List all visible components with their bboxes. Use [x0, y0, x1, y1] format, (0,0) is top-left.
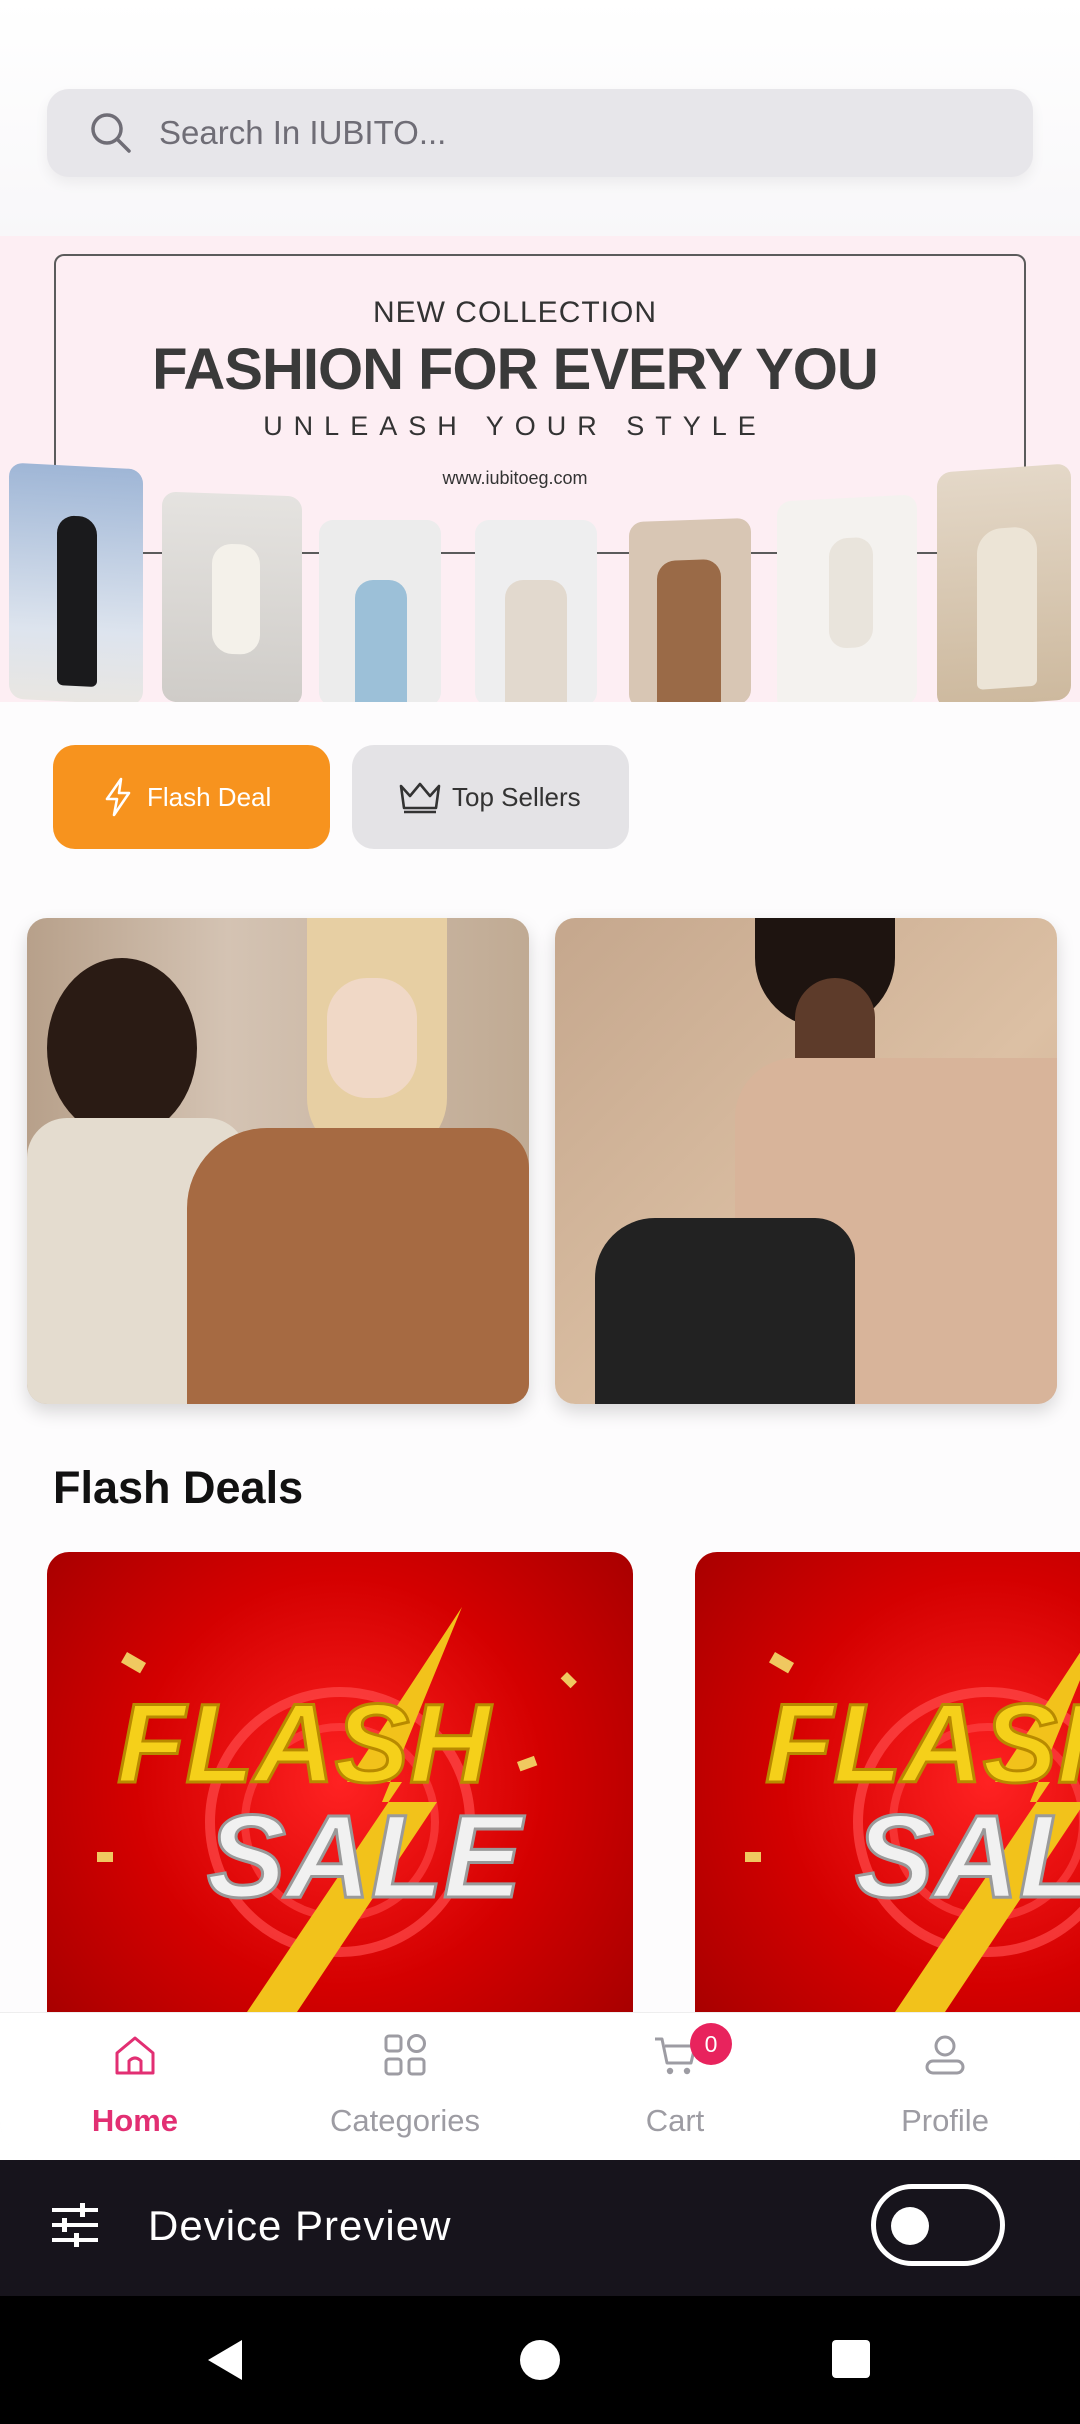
recents-icon[interactable] — [832, 2340, 870, 2378]
profile-icon — [925, 2035, 965, 2075]
home-button-icon[interactable] — [520, 2340, 560, 2380]
flash-deal-label: Flash Deal — [147, 781, 272, 812]
flash-sale-card-1[interactable]: FLASH SALE — [47, 1552, 633, 2012]
nav-categories-label: Categories — [330, 2103, 480, 2138]
flash-sale-graphic: FLASH SALE — [97, 1607, 577, 2012]
nav-cart-label: Cart — [645, 2103, 705, 2138]
banner-subtitle: UNLEASH YOUR STYLE — [263, 411, 767, 441]
banner-kicker: NEW COLLECTION — [372, 296, 658, 329]
banner-title: FASHION FOR EVERY YOU — [152, 337, 879, 402]
search-header — [0, 0, 1080, 236]
device-preview-toggle[interactable] — [871, 2184, 1005, 2266]
sale-word: SALE — [855, 1791, 1080, 1923]
model-card-4 — [475, 520, 597, 702]
search-icon — [91, 113, 131, 153]
top-sellers-chip[interactable]: Top Sellers — [352, 745, 629, 849]
back-icon[interactable] — [206, 2338, 246, 2382]
flash-sale-graphic: FLASH SALE — [745, 1652, 1080, 2012]
nav-home[interactable]: Home — [0, 2013, 270, 2160]
sale-word: SALE — [207, 1791, 525, 1923]
nav-profile-label: Profile — [901, 2103, 989, 2138]
bottom-navigation: Home Categories 0 Cart Profile — [0, 2012, 1080, 2160]
model-card-6 — [777, 494, 917, 702]
model-card-1 — [9, 462, 143, 702]
search-bar[interactable] — [47, 89, 1033, 177]
device-preview-bar: Device Preview — [0, 2160, 1080, 2296]
toggle-knob — [891, 2207, 929, 2245]
device-preview-label: Device Preview — [148, 2202, 452, 2249]
model-card-3 — [319, 520, 441, 702]
model-card-2 — [162, 491, 302, 702]
flash-sale-card-2[interactable]: FLASH SALE — [695, 1552, 1080, 2012]
categories-icon — [384, 2034, 426, 2076]
app-screen: NEW COLLECTION FASHION FOR EVERY YOU UNL… — [0, 0, 1080, 2160]
banner-url: www.iubitoeg.com — [442, 468, 588, 488]
promo-photo-1[interactable] — [27, 918, 529, 1404]
flash-deals-title: Flash Deals — [53, 1462, 304, 1513]
cart-count-badge: 0 — [690, 2023, 732, 2065]
sliders-icon[interactable] — [50, 2200, 100, 2250]
nav-profile[interactable]: Profile — [810, 2013, 1080, 2160]
nav-categories[interactable]: Categories — [270, 2013, 540, 2160]
promo-banner[interactable]: NEW COLLECTION FASHION FOR EVERY YOU UNL… — [0, 236, 1080, 702]
model-card-7 — [937, 463, 1071, 702]
flash-word: FLASH — [117, 1681, 492, 1806]
lightning-icon — [105, 777, 131, 817]
top-sellers-label: Top Sellers — [452, 781, 581, 812]
model-card-5 — [629, 517, 751, 702]
search-input[interactable] — [159, 114, 959, 152]
system-navigation-bar — [0, 2296, 1080, 2424]
nav-cart[interactable]: 0 Cart — [540, 2013, 810, 2160]
crown-icon — [399, 782, 441, 814]
flash-deal-chip[interactable]: Flash Deal — [53, 745, 330, 849]
promo-photo-2[interactable] — [555, 918, 1057, 1404]
flash-word: FLASH — [765, 1681, 1080, 1806]
home-icon — [115, 2036, 155, 2075]
nav-home-label: Home — [91, 2103, 179, 2138]
